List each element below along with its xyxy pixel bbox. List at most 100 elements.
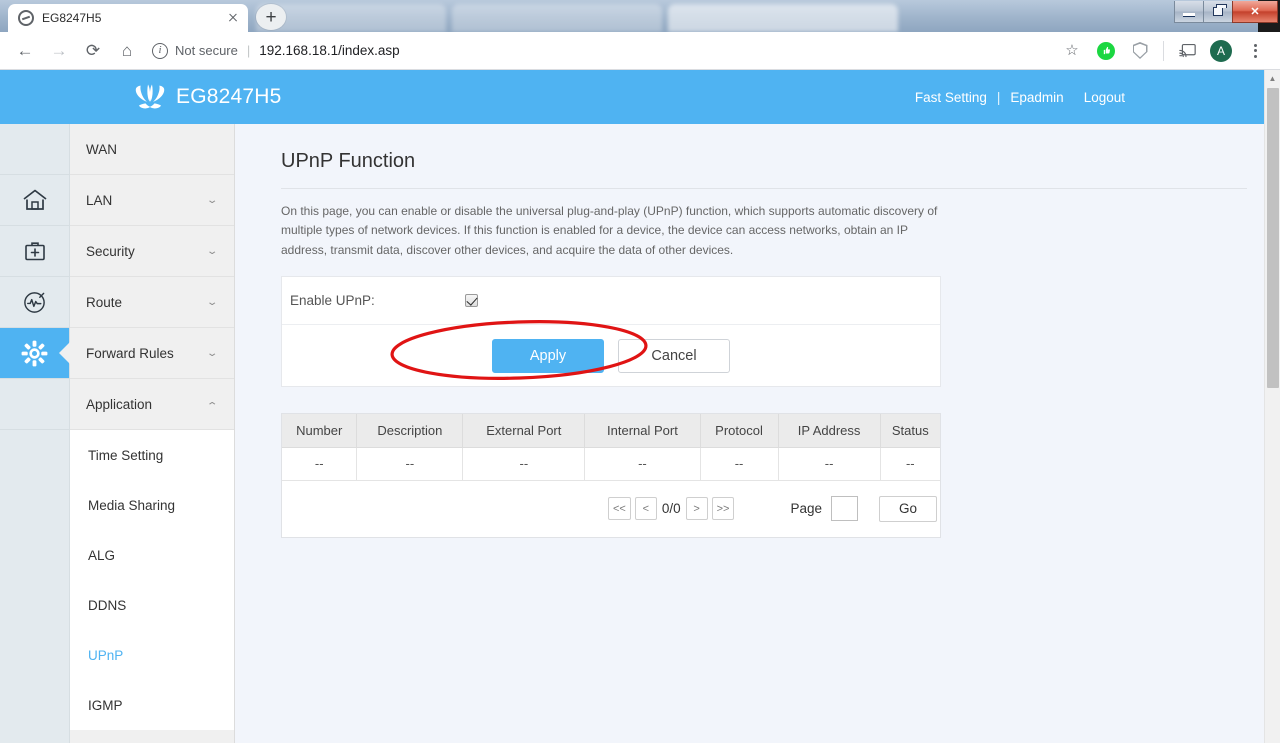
cell-number: --	[282, 447, 358, 481]
sidebar-item-label: ALG	[88, 547, 116, 563]
pagination: << < 0/0 > >> Page Go	[282, 480, 940, 537]
page-first-button[interactable]: <<	[607, 497, 631, 521]
cell-protocol: --	[700, 447, 779, 481]
browser-window: EG8247H5 + ✕ ← → ⟳ ⌂ i Not secure | 192.…	[0, 0, 1280, 743]
main-content: UPnP Function On this page, you can enab…	[235, 124, 1280, 743]
url-text: 192.168.18.1/index.asp	[259, 43, 400, 58]
table-header-row: Number Description External Port Interna…	[282, 414, 940, 448]
brand: EG8247H5	[133, 84, 282, 110]
rail-item-home[interactable]	[0, 175, 69, 226]
sidebar-item-igmp[interactable]: IGMP	[70, 680, 234, 730]
rail-item-blank-3	[0, 430, 69, 481]
sidebar-item-label: Media Sharing	[88, 497, 176, 513]
tab-title: EG8247H5	[42, 11, 102, 25]
sidebar-item-ddns[interactable]: DDNS	[70, 580, 234, 630]
page-counter: 0/0	[661, 501, 681, 517]
tab-favicon-icon	[18, 10, 34, 26]
sidebar-item-forward-rules[interactable]: Forward Rules ⌄	[70, 328, 234, 379]
browser-tab-background-3[interactable]	[668, 4, 898, 32]
sidebar-item-application[interactable]: Application ⌄	[70, 379, 234, 430]
security-status-label: Not secure	[175, 43, 238, 58]
rail-item-maintenance[interactable]	[0, 226, 69, 277]
thumbsup-glyph	[1103, 46, 1110, 55]
sidebar-item-alg[interactable]: ALG	[70, 530, 234, 580]
avatar-letter: A	[1210, 39, 1232, 62]
sidebar-item-upnp[interactable]: UPnP	[70, 630, 234, 680]
extension-badge	[1097, 41, 1115, 60]
apply-button[interactable]: Apply	[492, 338, 604, 373]
browser-tab-background-2[interactable]	[452, 4, 662, 32]
router-header: EG8247H5 Fast Setting | Epadmin Logout	[0, 70, 1280, 124]
enable-upnp-row: Enable UPnP:	[282, 277, 940, 326]
minimize-icon	[1183, 13, 1195, 16]
cell-ip-address: --	[778, 447, 881, 481]
page-title: UPnP Function	[281, 150, 416, 172]
sidebar-item-label: Application	[86, 396, 153, 412]
cast-icon[interactable]	[1173, 37, 1201, 65]
brand-name: EG8247H5	[176, 85, 282, 108]
window-minimize-button[interactable]	[1174, 1, 1204, 23]
title-divider	[281, 188, 1247, 189]
rail-item-forward-rules[interactable]	[0, 328, 70, 379]
page-next-button[interactable]: >	[685, 497, 708, 521]
shield-glyph	[1132, 42, 1148, 59]
bookmark-star-icon[interactable]: ☆	[1058, 37, 1086, 65]
col-description: Description	[356, 414, 464, 448]
chevron-down-icon: ⌄	[205, 296, 218, 308]
new-tab-button[interactable]: +	[256, 4, 286, 30]
account-link[interactable]: Epadmin	[1000, 90, 1073, 105]
browser-menu-icon[interactable]	[1241, 37, 1269, 65]
fast-setting-link[interactable]: Fast Setting	[905, 90, 997, 105]
window-restore-button[interactable]	[1203, 1, 1233, 23]
tab-strip: EG8247H5 + ✕	[0, 0, 1280, 32]
back-icon[interactable]: ←	[11, 37, 39, 65]
page-number-input[interactable]	[831, 496, 858, 522]
sidebar-item-label: DDNS	[88, 597, 127, 613]
scrollbar-thumb[interactable]	[1267, 88, 1279, 388]
profile-avatar[interactable]: A	[1207, 37, 1235, 65]
sidebar-item-time-setting[interactable]: Time Setting	[70, 430, 234, 480]
info-icon[interactable]: i	[152, 42, 168, 59]
address-bar[interactable]: i Not secure | 192.168.18.1/index.asp	[152, 38, 1047, 64]
logout-link[interactable]: Logout	[1074, 90, 1135, 105]
sidebar-item-label: Security	[86, 243, 135, 259]
tab-close-icon[interactable]	[224, 9, 242, 27]
col-number: Number	[282, 414, 358, 448]
adblock-shield-icon[interactable]	[1126, 37, 1154, 65]
forward-icon[interactable]: →	[45, 37, 73, 65]
table-row: -- -- -- -- -- -- --	[282, 447, 940, 481]
reload-icon[interactable]: ⟳	[79, 37, 107, 65]
window-close-button[interactable]: ✕	[1232, 1, 1278, 23]
page-prev-button[interactable]: <	[634, 497, 657, 521]
cancel-button[interactable]: Cancel	[618, 338, 730, 373]
omnibox-divider: |	[246, 43, 251, 58]
sidebar-item-label: UPnP	[88, 647, 124, 663]
page-last-button[interactable]: >>	[711, 497, 735, 521]
vertical-scrollbar[interactable]: ▲	[1264, 70, 1280, 743]
go-button[interactable]: Go	[879, 495, 937, 522]
col-ip-address: IP Address	[778, 414, 881, 448]
chevron-up-icon: ⌄	[205, 398, 218, 410]
scroll-up-arrow-icon[interactable]: ▲	[1265, 70, 1280, 86]
chevron-down-icon: ⌄	[205, 245, 218, 257]
sidebar-item-media-sharing[interactable]: Media Sharing	[70, 480, 234, 530]
sidebar-item-label: WAN	[86, 141, 117, 157]
sidebar-item-security[interactable]: Security ⌄	[70, 226, 234, 277]
home-icon[interactable]: ⌂	[113, 37, 141, 65]
toolbox-icon	[24, 242, 45, 261]
sidebar-item-route[interactable]: Route ⌄	[70, 277, 234, 328]
rail-item-blank-2	[0, 379, 69, 430]
enable-upnp-checkbox[interactable]	[465, 294, 478, 308]
cell-external-port: --	[462, 447, 586, 481]
page-description: On this page, you can enable or disable …	[281, 204, 938, 257]
extension-thumbsup-icon[interactable]	[1092, 37, 1120, 65]
sidebar-menu: WAN LAN ⌄ Security ⌄ Route ⌄ Forward Rul…	[70, 124, 235, 743]
browser-tab-active[interactable]: EG8247H5	[8, 4, 248, 32]
window-controls: ✕	[1174, 0, 1278, 25]
chevron-down-icon: ⌄	[205, 347, 218, 359]
sidebar-item-label: Time Setting	[88, 447, 164, 463]
sidebar-item-lan[interactable]: LAN ⌄	[70, 175, 234, 226]
rail-item-diagnostics[interactable]	[0, 277, 69, 328]
sidebar-item-wan[interactable]: WAN	[70, 124, 234, 175]
col-external-port: External Port	[462, 414, 586, 448]
